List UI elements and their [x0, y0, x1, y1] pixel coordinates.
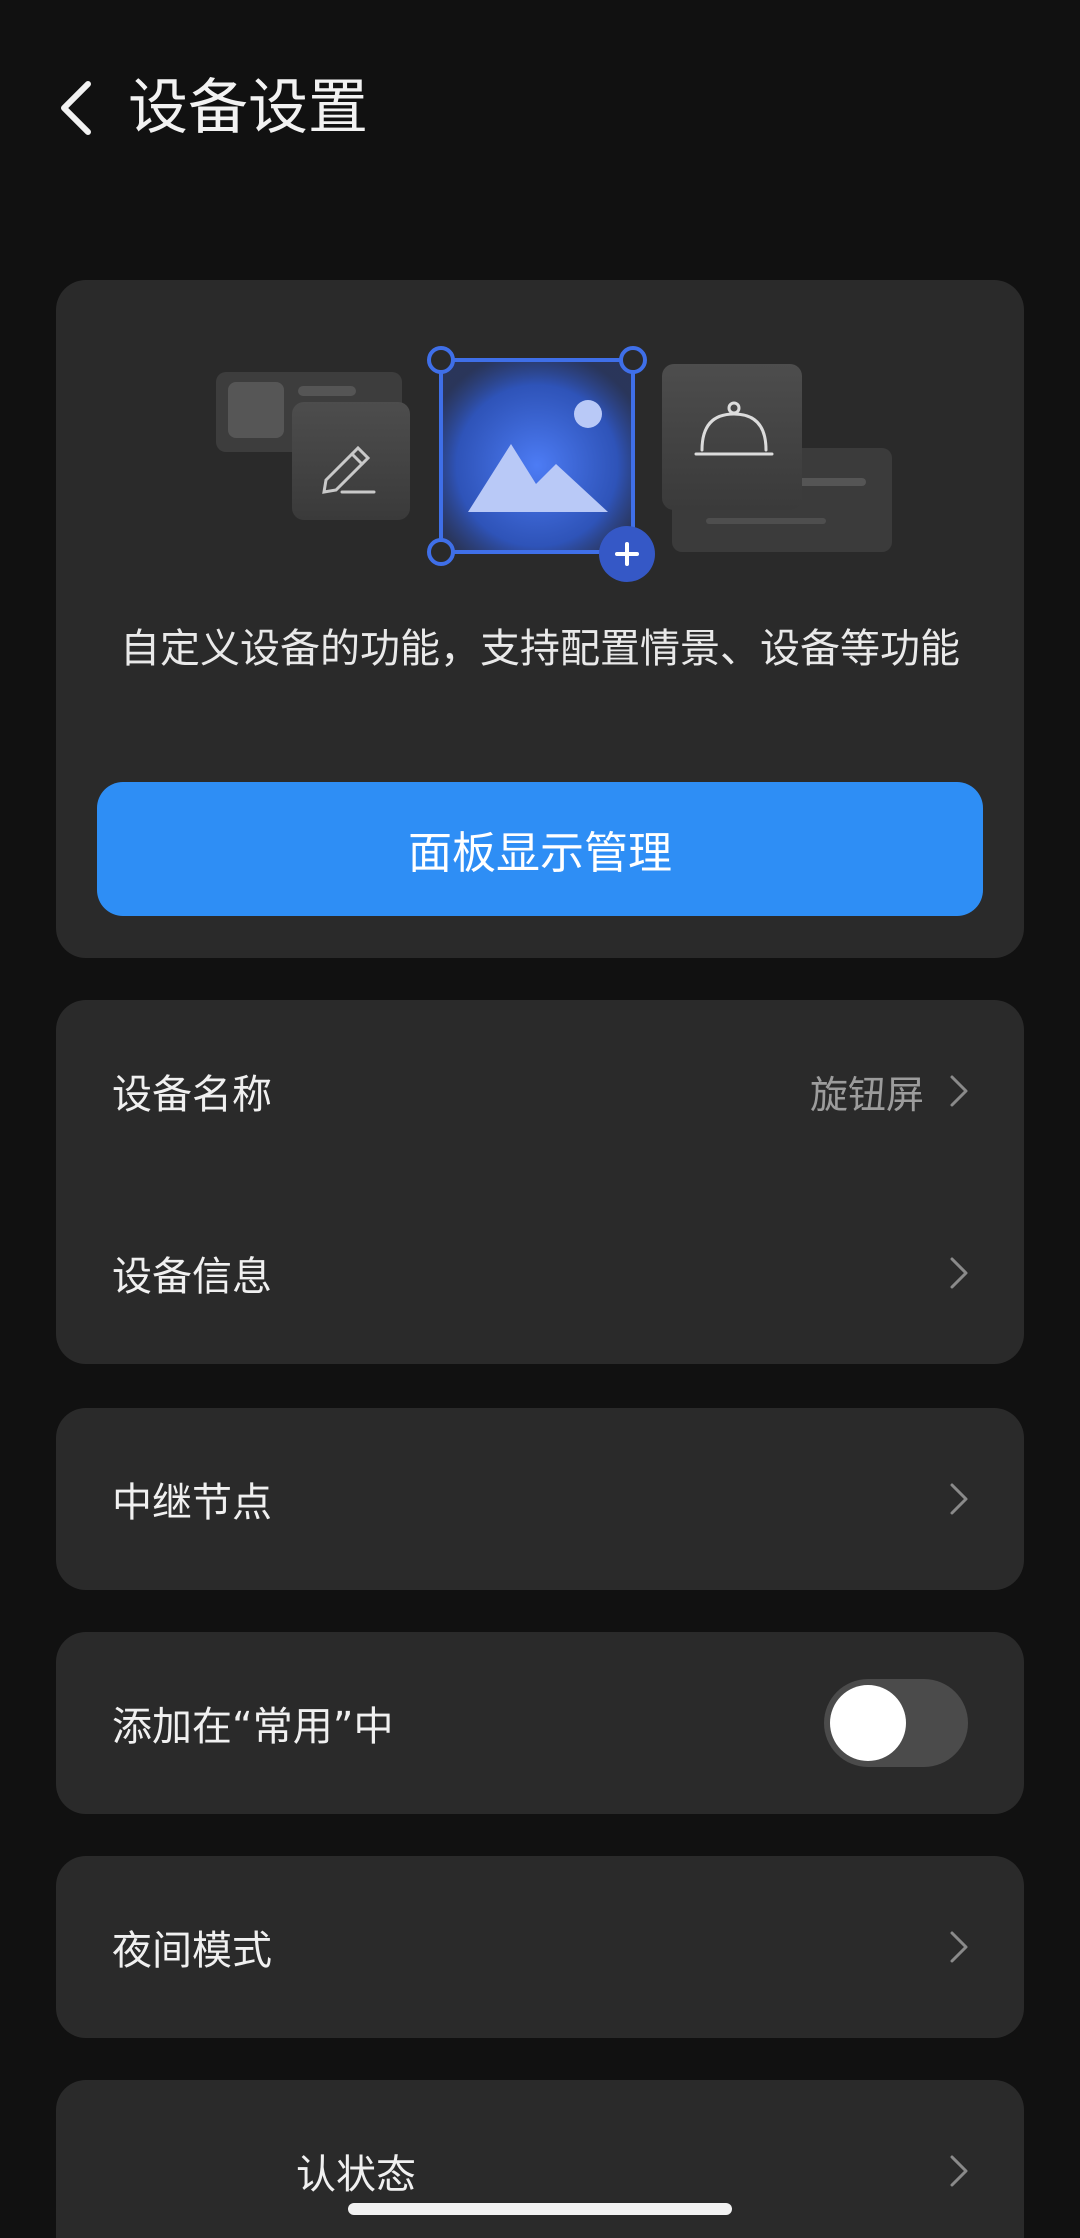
- relay-node-row[interactable]: 中继节点: [56, 1408, 1024, 1590]
- device-name-label: 设备名称: [112, 1072, 272, 1118]
- night-mode-label: 夜间模式: [112, 1928, 272, 1974]
- night-mode-row[interactable]: 夜间模式: [56, 1856, 1024, 2038]
- chevron-right-icon: [950, 2155, 968, 2187]
- panel-display-card: 自定义设备的功能，支持配置情景、设备等功能 面板显示管理: [56, 280, 1024, 958]
- device-name-row[interactable]: 设备名称 旋钮屏: [56, 1000, 1024, 1182]
- chevron-right-icon: [950, 1075, 968, 1107]
- pencil-card: [292, 402, 410, 520]
- chevron-right-icon: [950, 1483, 968, 1515]
- chevron-left-icon: [61, 81, 91, 135]
- page-title: 设备设置: [128, 73, 368, 143]
- header: 设备设置: [0, 56, 1080, 160]
- panel-description: 自定义设备的功能，支持配置情景、设备等功能: [120, 626, 960, 672]
- chevron-right-icon: [950, 1931, 968, 1963]
- favorite-row: 添加在“常用”中: [56, 1632, 1024, 1814]
- panel-display-manage-button[interactable]: 面板显示管理: [97, 782, 983, 916]
- home-indicator[interactable]: [348, 2203, 732, 2215]
- chevron-right-icon: [950, 1257, 968, 1289]
- favorite-card: 添加在“常用”中: [56, 1632, 1024, 1814]
- customize-illustration: [216, 346, 892, 582]
- device-settings-screen: 设备设置 自定义设备的功能，支持配置情景、设备等功能 面板显示管理 设备名称 旋…: [0, 0, 1080, 2238]
- image-card: [427, 346, 655, 582]
- device-info-label: 设备信息: [112, 1254, 272, 1300]
- add-to-favorites-toggle[interactable]: [824, 1679, 968, 1767]
- relay-node-label: 中继节点: [112, 1480, 272, 1526]
- device-info-row[interactable]: 设备信息: [56, 1182, 1024, 1364]
- toggle-knob: [830, 1685, 906, 1761]
- relay-node-card: 中继节点: [56, 1408, 1024, 1590]
- add-to-favorites-label: 添加在“常用”中: [112, 1704, 394, 1750]
- add-icon: [599, 526, 655, 582]
- night-mode-card: 夜间模式: [56, 1856, 1024, 2038]
- device-info-group: 设备名称 旋钮屏 设备信息: [56, 1000, 1024, 1364]
- partial-status-label: 认状态: [296, 2152, 416, 2198]
- back-button[interactable]: [46, 78, 106, 138]
- device-name-value: 旋钮屏: [809, 1072, 924, 1117]
- bell-card: [662, 364, 802, 510]
